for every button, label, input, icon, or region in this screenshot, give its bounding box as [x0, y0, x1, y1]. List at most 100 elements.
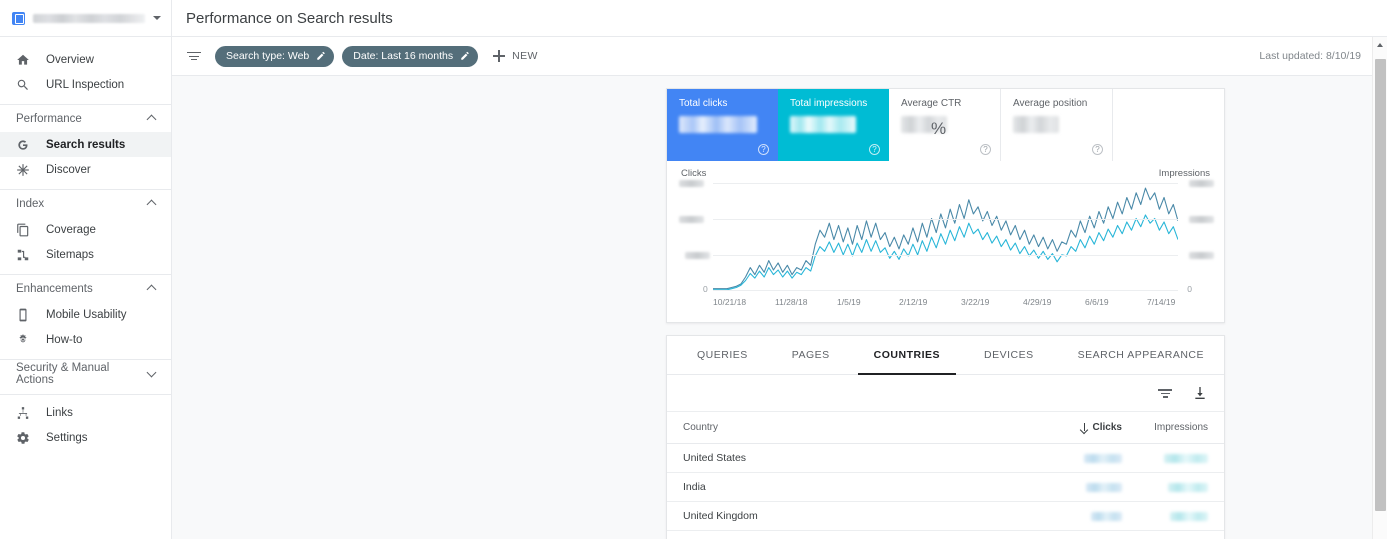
gridline — [713, 255, 1178, 256]
cell-clicks — [1036, 511, 1122, 521]
filter-chip-search-type[interactable]: Search type: Web — [215, 45, 335, 67]
metric-average-ctr[interactable]: Average CTR % ? — [889, 89, 1001, 161]
y-tick-right-redacted — [1189, 252, 1214, 259]
pages-icon — [16, 223, 30, 237]
filter-icon[interactable] — [186, 48, 202, 64]
edit-pencil-icon[interactable] — [460, 51, 470, 61]
sidebar-item-overview[interactable]: Overview — [0, 47, 171, 72]
sidebar-item-mobile-usability[interactable]: Mobile Usability — [0, 302, 171, 327]
sidebar-item-label: Overview — [46, 53, 94, 66]
table-header-row: Country Clicks Impressions — [667, 412, 1224, 444]
search-icon — [16, 78, 30, 92]
metric-total-impressions[interactable]: Total impressions ? — [778, 89, 889, 161]
sidebar-item-label: Mobile Usability — [46, 308, 127, 321]
sidebar-item-label: Sitemaps — [46, 248, 94, 261]
sidebar-item-links[interactable]: Links — [0, 400, 171, 425]
nav-section-header-index[interactable]: Index — [0, 190, 171, 217]
nav-section-index: Index Coverage Sitemaps — [0, 190, 171, 275]
metric-average-position[interactable]: Average position ? — [1001, 89, 1113, 161]
top-bar: Performance on Search results — [172, 0, 1387, 37]
tab-search-appearance[interactable]: SEARCH APPEARANCE — [1056, 336, 1226, 374]
sidebar-item-label: Coverage — [46, 223, 96, 236]
property-url-redacted — [33, 13, 145, 23]
tab-pages[interactable]: PAGES — [770, 336, 852, 374]
filter-icon[interactable] — [1157, 385, 1173, 401]
sitemap-icon — [16, 248, 30, 262]
help-icon[interactable]: ? — [758, 144, 769, 155]
table-row[interactable]: United Kingdom — [667, 502, 1224, 531]
tab-label: SEARCH APPEARANCE — [1077, 349, 1204, 361]
chip-label: Date: Last 16 months — [353, 50, 454, 62]
column-header-clicks-label: Clicks — [1092, 422, 1122, 433]
nav-section-header-security[interactable]: Security & Manual Actions — [0, 360, 171, 387]
scroll-up-arrow[interactable] — [1373, 37, 1387, 52]
property-selector[interactable] — [0, 0, 171, 37]
sidebar-item-settings[interactable]: Settings — [0, 425, 171, 450]
value-redacted — [1168, 482, 1208, 492]
sidebar-item-label: How-to — [46, 333, 83, 346]
new-filter-button[interactable]: NEW — [493, 50, 538, 62]
cell-country: United Kingdom — [683, 510, 758, 522]
sidebar: Overview URL Inspection Performance Sear… — [0, 0, 172, 539]
table-row[interactable]: United States — [667, 444, 1224, 473]
chevron-down-icon[interactable] — [148, 369, 157, 378]
chevron-up-icon[interactable] — [148, 199, 157, 208]
tab-label: DEVICES — [984, 349, 1034, 361]
filter-chip-date[interactable]: Date: Last 16 months — [342, 45, 479, 67]
metric-total-clicks[interactable]: Total clicks ? — [667, 89, 778, 161]
tab-label: QUERIES — [697, 349, 748, 361]
value-redacted — [1091, 511, 1122, 521]
nav-section-footer: Links Settings — [0, 395, 171, 457]
sidebar-item-how-to[interactable]: How-to — [0, 327, 171, 352]
metric-label: Total clicks — [679, 98, 728, 109]
gear-icon — [16, 431, 30, 445]
chart-x-axis: 10/21/18 11/28/18 1/5/19 2/12/19 3/22/19 4/29… — [713, 297, 1184, 309]
metric-label: Average position — [1013, 98, 1088, 109]
column-header-clicks[interactable]: Clicks — [1036, 422, 1122, 433]
tab-queries[interactable]: QUERIES — [675, 336, 770, 374]
vertical-scrollbar[interactable] — [1372, 37, 1387, 539]
tab-countries[interactable]: COUNTRIES — [852, 336, 962, 375]
nav-section-main: Overview URL Inspection — [0, 44, 171, 105]
mobile-icon — [16, 308, 30, 322]
dimension-tabs: QUERIES PAGES COUNTRIES DEVICES SEARCH A… — [667, 336, 1224, 375]
content-scroll-area: Total clicks ? Total impressions ? Avera… — [172, 76, 1387, 539]
edit-pencil-icon[interactable] — [316, 51, 326, 61]
table-row[interactable]: India — [667, 473, 1224, 502]
cell-impressions — [1122, 453, 1208, 463]
x-tick-label: 6/6/19 — [1085, 297, 1109, 307]
help-icon[interactable]: ? — [980, 144, 991, 155]
tab-devices[interactable]: DEVICES — [962, 336, 1056, 374]
nav-section-header-performance[interactable]: Performance — [0, 105, 171, 132]
y-tick-left-redacted — [679, 216, 704, 223]
sidebar-item-label: Search results — [46, 138, 126, 151]
sidebar-item-sitemaps[interactable]: Sitemaps — [0, 242, 171, 267]
chart-left-axis-title: Clicks — [681, 168, 707, 179]
sidebar-item-label: URL Inspection — [46, 78, 125, 91]
chevron-up-icon[interactable] — [148, 114, 157, 123]
sidebar-item-url-inspection[interactable]: URL Inspection — [0, 72, 171, 97]
y-tick-left-redacted — [685, 252, 710, 259]
sidebar-item-label: Settings — [46, 431, 88, 444]
chevron-up-icon[interactable] — [148, 284, 157, 293]
help-icon[interactable]: ? — [869, 144, 880, 155]
x-tick-label: 3/22/19 — [961, 297, 990, 307]
x-tick-label: 1/5/19 — [837, 297, 861, 307]
download-icon[interactable] — [1192, 385, 1208, 401]
nav-section-header-enhancements[interactable]: Enhancements — [0, 275, 171, 302]
help-icon[interactable]: ? — [1092, 144, 1103, 155]
x-tick-label: 4/29/19 — [1023, 297, 1052, 307]
column-header-country[interactable]: Country — [683, 422, 1036, 433]
sidebar-item-discover[interactable]: Discover — [0, 157, 171, 182]
y-tick-left-redacted — [679, 180, 704, 187]
sidebar-item-search-results[interactable]: Search results — [0, 132, 171, 157]
scrollbar-thumb[interactable] — [1375, 59, 1386, 511]
y-tick-right-redacted — [1189, 180, 1214, 187]
column-header-impressions[interactable]: Impressions — [1122, 422, 1208, 433]
main-content: Performance on Search results Search typ… — [172, 0, 1387, 539]
nav-section-performance: Performance Search results Discover — [0, 105, 171, 190]
google-g-icon — [16, 138, 30, 152]
chevron-down-icon[interactable] — [153, 16, 161, 20]
sidebar-item-coverage[interactable]: Coverage — [0, 217, 171, 242]
howto-icon — [16, 333, 30, 347]
